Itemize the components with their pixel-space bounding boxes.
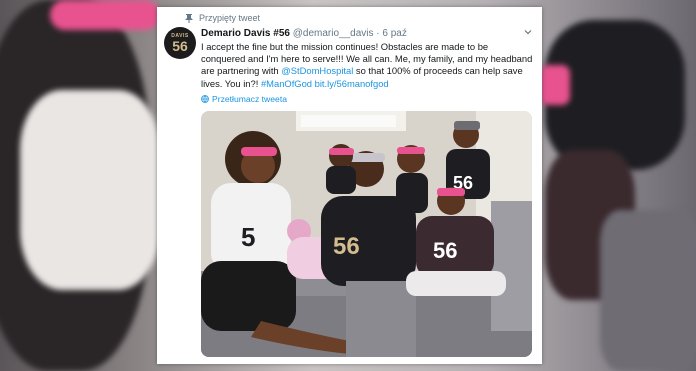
tweet-text: I accept the fine but the mission contin… [201, 41, 533, 89]
pinned-label: Przypięty tweet [199, 13, 261, 23]
chevron-down-icon[interactable] [524, 28, 532, 36]
pinned-indicator: Przypięty tweet [185, 13, 260, 23]
translate-button[interactable]: Przetłumacz tweeta [201, 94, 287, 104]
separator: · [376, 28, 380, 39]
svg-text:56: 56 [333, 233, 360, 260]
tweet-photo[interactable]: 5 56 56 56 [201, 111, 532, 357]
hashtag-link[interactable]: #ManOfGod [261, 78, 312, 89]
translate-label: Przetłumacz tweeta [212, 94, 287, 104]
tweet-header: Demario Davis #56 @demario__davis · 6 pa… [201, 28, 534, 39]
svg-text:5: 5 [241, 222, 255, 252]
globe-icon [201, 95, 209, 103]
author-name[interactable]: Demario Davis #56 [201, 28, 290, 39]
family-photo: 5 56 56 56 [201, 111, 532, 357]
pin-icon [185, 14, 193, 23]
avatar[interactable]: DAVIS 56 [164, 27, 196, 59]
tweet-time[interactable]: 6 paź [382, 28, 406, 39]
svg-text:56: 56 [433, 238, 457, 263]
url-link[interactable]: bit.ly/56manofgod [315, 78, 389, 89]
mention-link[interactable]: @StDomHospital [281, 65, 353, 76]
tweet-card: Przypięty tweet DAVIS 56 Demario Davis #… [157, 7, 542, 364]
author-handle[interactable]: @demario__davis [293, 28, 374, 39]
